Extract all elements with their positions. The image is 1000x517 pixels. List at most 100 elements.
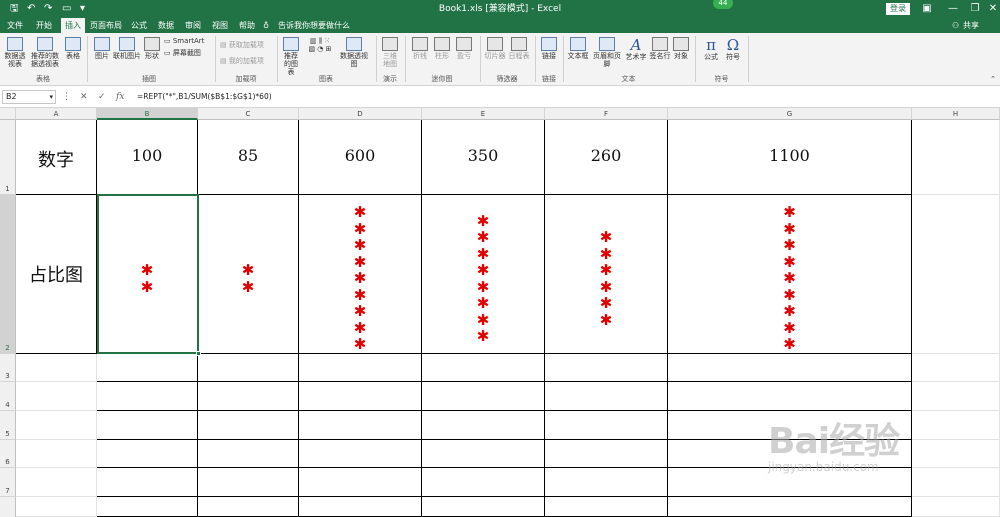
cell-e4[interactable] xyxy=(422,382,545,411)
cell-d6[interactable] xyxy=(299,440,422,468)
fill-handle[interactable] xyxy=(196,351,201,356)
tab-file[interactable]: 文件 xyxy=(4,18,26,33)
cell-d3[interactable] xyxy=(299,354,422,382)
screenshot-button[interactable]: ▭ 屏幕截图 xyxy=(164,49,206,57)
cell-a4[interactable] xyxy=(16,382,97,411)
cell-f3[interactable] xyxy=(545,354,668,382)
cell-b7[interactable] xyxy=(97,468,198,497)
chart-types-buttons[interactable]: ▥ ⫼ ⁙ ▧ ◔ ⊞ xyxy=(304,37,336,53)
row-header-1[interactable]: 1 xyxy=(0,120,16,195)
recommended-pivot-button[interactable]: 推荐的数据透视表 xyxy=(29,37,61,68)
cell-d7[interactable] xyxy=(299,468,422,497)
recommended-charts-button[interactable]: 推荐的图表 xyxy=(281,37,301,76)
column-header-b[interactable]: B xyxy=(97,108,198,120)
login-button[interactable]: 登录 xyxy=(886,3,910,15)
cell-g1[interactable]: 1100 xyxy=(668,120,912,195)
cell-f4[interactable] xyxy=(545,382,668,411)
symbol-button[interactable]: Ω 符号 xyxy=(723,37,743,61)
cell-a2[interactable]: 占比图 xyxy=(16,195,97,354)
cell-f7[interactable] xyxy=(545,468,668,497)
column-header-f[interactable]: F xyxy=(545,108,668,120)
column-header-d[interactable]: D xyxy=(299,108,422,120)
cell-c2[interactable]: ✱ ✱ xyxy=(198,195,299,354)
cell-c5[interactable] xyxy=(198,411,299,440)
cell-d8[interactable] xyxy=(299,497,422,517)
cell-f2[interactable]: ✱ ✱ ✱ ✱ ✱ ✱ xyxy=(545,195,668,354)
cell-a8[interactable] xyxy=(16,497,97,517)
cell-a5[interactable] xyxy=(16,411,97,440)
signature-line-button[interactable]: 签名行 xyxy=(649,37,671,60)
cell-b6[interactable] xyxy=(97,440,198,468)
cell-e8[interactable] xyxy=(422,497,545,517)
tell-me-search[interactable]: 告诉我你想要做什么 xyxy=(278,18,350,33)
tab-review[interactable]: 审阅 xyxy=(182,18,204,33)
tab-page-layout[interactable]: 页面布局 xyxy=(89,18,123,33)
equation-button[interactable]: π 公式 xyxy=(700,37,722,61)
cell-c8[interactable] xyxy=(198,497,299,517)
smartart-button[interactable]: ▭ SmartArt xyxy=(164,37,206,45)
column-header-g[interactable]: G xyxy=(668,108,912,120)
pivot-table-button[interactable]: 数据透视表 xyxy=(3,37,27,68)
formula-input[interactable]: =REPT("*",B1/SUM($B$1:$G$1)*60) xyxy=(137,90,272,104)
cell-h2[interactable] xyxy=(912,195,1000,354)
cell-c3[interactable] xyxy=(198,354,299,382)
tab-view[interactable]: 视图 xyxy=(209,18,231,33)
maximize-icon[interactable]: ❐ xyxy=(968,2,982,16)
cell-b8[interactable] xyxy=(97,497,198,517)
cell-b3[interactable] xyxy=(97,354,198,382)
cell-e5[interactable] xyxy=(422,411,545,440)
cell-h5[interactable] xyxy=(912,411,1000,440)
collapse-ribbon-icon[interactable]: ⌃ xyxy=(988,75,998,83)
tab-insert[interactable]: 插入 xyxy=(61,18,85,33)
row-header-6[interactable]: 6 xyxy=(0,440,16,468)
cell-c4[interactable] xyxy=(198,382,299,411)
column-header-c[interactable]: C xyxy=(198,108,299,120)
insert-function-button[interactable]: fx xyxy=(116,90,124,104)
cell-h1[interactable] xyxy=(912,120,1000,195)
sparkline-line-button[interactable]: 折线 xyxy=(410,37,430,60)
picture-button[interactable]: 图片 xyxy=(92,37,112,60)
cell-c7[interactable] xyxy=(198,468,299,497)
row-header-3[interactable]: 3 xyxy=(0,354,16,382)
cell-f6[interactable] xyxy=(545,440,668,468)
cell-c6[interactable] xyxy=(198,440,299,468)
wordart-button[interactable]: A 艺术字 xyxy=(625,37,647,61)
cell-e6[interactable] xyxy=(422,440,545,468)
cell-b4[interactable] xyxy=(97,382,198,411)
sparkline-winloss-button[interactable]: 盈亏 xyxy=(454,37,474,60)
sparkline-column-button[interactable]: 柱形 xyxy=(432,37,452,60)
row-header-5[interactable]: 5 xyxy=(0,411,16,440)
row-header-8[interactable] xyxy=(0,497,16,517)
column-header-a[interactable]: A xyxy=(16,108,97,120)
ribbon-display-icon[interactable]: ▣ xyxy=(920,2,934,16)
row-header-7[interactable]: 7 xyxy=(0,468,16,497)
cell-g3[interactable] xyxy=(668,354,912,382)
cell-h8[interactable] xyxy=(912,497,1000,517)
link-button[interactable]: 链接 xyxy=(540,37,558,60)
tab-help[interactable]: 帮助 xyxy=(236,18,258,33)
cell-a1[interactable]: 数字 xyxy=(16,120,97,195)
cell-f8[interactable] xyxy=(545,497,668,517)
cell-f5[interactable] xyxy=(545,411,668,440)
cell-b5[interactable] xyxy=(97,411,198,440)
get-addins-button[interactable]: ▤ 获取加载项 xyxy=(220,41,272,49)
cell-c1[interactable]: 85 xyxy=(198,120,299,195)
cell-d4[interactable] xyxy=(299,382,422,411)
online-picture-button[interactable]: 联机图片 xyxy=(113,37,141,60)
cell-d5[interactable] xyxy=(299,411,422,440)
cell-h6[interactable] xyxy=(912,440,1000,468)
cell-g2[interactable]: ✱ ✱ ✱ ✱ ✱ ✱ ✱ ✱ ✱ xyxy=(668,195,912,354)
row-header-4[interactable]: 4 xyxy=(0,382,16,411)
cell-g4[interactable] xyxy=(668,382,912,411)
3d-map-button[interactable]: 三维地图 xyxy=(380,37,400,68)
column-header-e[interactable]: E xyxy=(422,108,545,120)
cell-b1[interactable]: 100 xyxy=(97,120,198,195)
cell-a7[interactable] xyxy=(16,468,97,497)
close-icon[interactable]: ✕ xyxy=(986,2,1000,16)
cancel-icon[interactable]: ✕ xyxy=(80,90,88,104)
tab-formulas[interactable]: 公式 xyxy=(128,18,150,33)
tab-home[interactable]: 开始 xyxy=(32,18,56,33)
cell-h4[interactable] xyxy=(912,382,1000,411)
select-all-corner[interactable] xyxy=(0,108,16,120)
cell-h3[interactable] xyxy=(912,354,1000,382)
